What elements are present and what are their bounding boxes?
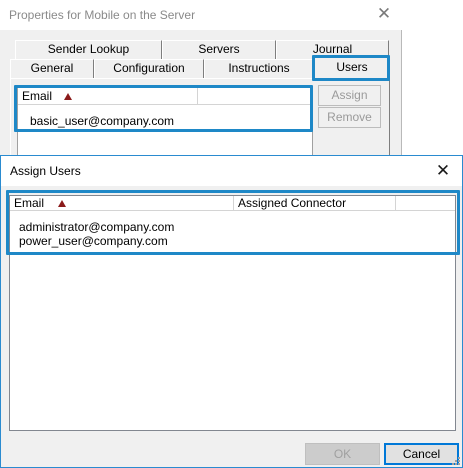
assign-users-list-header: Email Assigned Connector bbox=[10, 196, 455, 211]
tab-servers[interactable]: Servers bbox=[162, 40, 276, 59]
resize-grip-icon[interactable] bbox=[450, 455, 460, 465]
tab-configuration-label: Configuration bbox=[113, 61, 185, 75]
tab-sender-lookup[interactable]: Sender Lookup bbox=[15, 40, 162, 59]
tab-instructions[interactable]: Instructions bbox=[204, 59, 314, 78]
email-column-label: Email bbox=[22, 89, 53, 103]
tab-general[interactable]: General bbox=[10, 59, 94, 78]
assign-users-list[interactable]: Email Assigned Connector administrator@c… bbox=[9, 195, 456, 431]
users-list[interactable]: Email basic_user@company.com bbox=[17, 87, 313, 160]
properties-title: Properties for Mobile on the Server bbox=[9, 8, 196, 22]
sort-ascending-icon bbox=[64, 93, 73, 100]
properties-close-icon[interactable]: ✕ bbox=[372, 3, 396, 25]
ok-button[interactable]: OK bbox=[305, 443, 380, 465]
email-column-header[interactable]: Email bbox=[10, 196, 234, 211]
email-column-header[interactable]: Email bbox=[18, 88, 198, 104]
properties-dialog: Properties for Mobile on the Server ✕ Se… bbox=[0, 0, 402, 160]
properties-titlebar: Properties for Mobile on the Server ✕ bbox=[0, 0, 402, 30]
assigned-connector-column-label: Assigned Connector bbox=[238, 196, 347, 210]
remove-button[interactable]: Remove bbox=[318, 107, 381, 128]
tab-users[interactable]: Users bbox=[314, 57, 390, 79]
list-item[interactable]: power_user@company.com bbox=[19, 235, 168, 248]
assign-users-title: Assign Users bbox=[10, 164, 81, 178]
assign-users-titlebar: Assign Users ✕ bbox=[1, 156, 462, 186]
email-column-label: Email bbox=[14, 196, 45, 210]
tab-instructions-label: Instructions bbox=[228, 61, 290, 75]
assign-users-close-icon[interactable]: ✕ bbox=[431, 159, 455, 183]
assigned-connector-column-header[interactable]: Assigned Connector bbox=[234, 196, 396, 211]
list-item[interactable]: administrator@company.com bbox=[19, 221, 174, 234]
list-item[interactable]: basic_user@company.com bbox=[30, 114, 174, 128]
tab-servers-label: Servers bbox=[198, 42, 240, 56]
cancel-button[interactable]: Cancel bbox=[384, 443, 459, 465]
assign-users-dialog: Assign Users ✕ Email Assigned Connector … bbox=[0, 155, 463, 468]
tab-configuration[interactable]: Configuration bbox=[94, 59, 204, 78]
tab-sender-lookup-label: Sender Lookup bbox=[47, 42, 130, 56]
sort-ascending-icon bbox=[58, 200, 67, 207]
users-list-header: Email bbox=[18, 88, 312, 105]
tab-journal-label: Journal bbox=[312, 42, 353, 56]
assign-button[interactable]: Assign bbox=[318, 85, 381, 106]
tab-general-label: General bbox=[30, 61, 74, 75]
tab-users-label: Users bbox=[336, 60, 368, 74]
